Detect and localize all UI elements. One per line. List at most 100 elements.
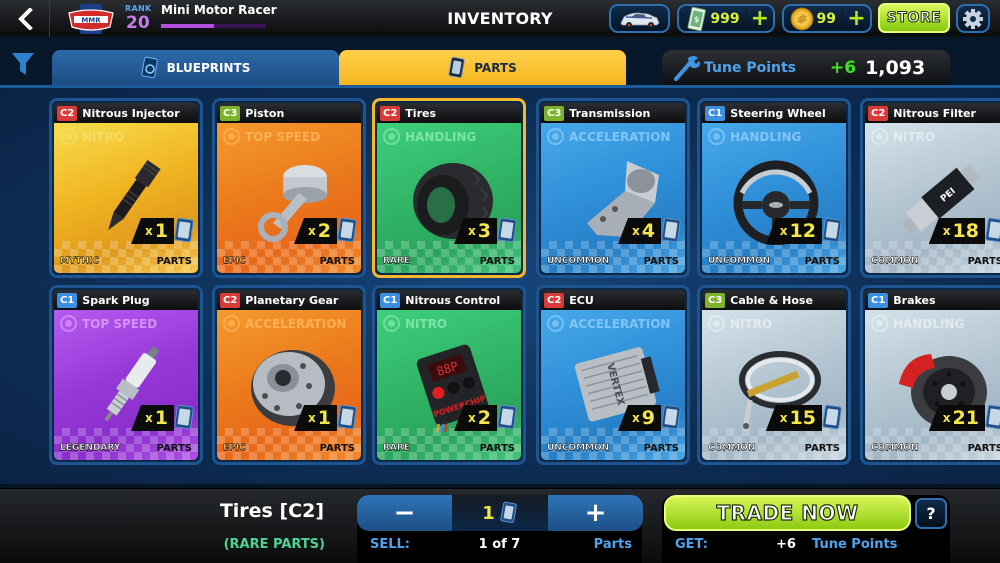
- class-badge: C1: [57, 292, 78, 308]
- coin-icon: [790, 7, 814, 30]
- part-name: Transmission: [569, 106, 651, 120]
- stat-icon: [223, 128, 240, 145]
- parts-label: PARTS: [804, 442, 840, 454]
- part-card-ecu[interactable]: ACCELERATION VERTEX x 9 UNCOMMON PARTS C…: [536, 285, 690, 465]
- part-card-header: C1 Spark Plug: [54, 290, 198, 310]
- tab-blueprints[interactable]: BLUEPRINTS: [52, 50, 339, 86]
- sell-quantity-stepper: − 1 + SELL: 1 of 7 Parts: [357, 495, 643, 563]
- part-card-footer: EPIC PARTS: [217, 436, 361, 460]
- stat-icon: [708, 315, 725, 332]
- quantity-value: 21: [952, 407, 979, 429]
- parts-label: PARTS: [156, 442, 192, 454]
- part-card-icon: [985, 404, 1000, 430]
- get-label: GET:: [675, 537, 708, 552]
- part-card-footer: UNCOMMON PARTS: [541, 436, 685, 460]
- stat-icon: [708, 128, 725, 145]
- part-card-footer: RARE PARTS: [377, 249, 521, 273]
- quantity-value: 1: [317, 407, 331, 429]
- class-badge: C3: [220, 105, 241, 121]
- class-badge: C2: [220, 292, 241, 308]
- get-unit: Tune Points: [812, 537, 898, 552]
- part-card-icon: [661, 217, 681, 243]
- settings-button[interactable]: [956, 4, 990, 33]
- rarity-label: UNCOMMON: [547, 443, 610, 453]
- buy-cash-button[interactable]: +: [745, 5, 773, 31]
- garage-car-button[interactable]: [609, 4, 670, 33]
- tune-points-display: Tune Points +6 1,093: [662, 50, 950, 86]
- part-name: Planetary Gear: [245, 293, 339, 307]
- part-card-body: HANDLING x 21 COMMON PARTS: [865, 310, 1000, 460]
- part-card-body: NITRO x 1 MYTHIC PARTS: [54, 123, 198, 273]
- part-card-nitrous-filter[interactable]: NITRO PEI x 18 COMMON PARTS C2 Nitrous F…: [860, 98, 1000, 278]
- back-button[interactable]: [0, 0, 50, 37]
- part-card-steering-wheel[interactable]: HANDLING x 12 UNCOMMON PARTS C1 Steering…: [697, 98, 851, 278]
- part-card-body: NITRO x 15 COMMON PARTS: [702, 310, 846, 460]
- stat-icon: [60, 315, 77, 332]
- quantity-value: 2: [317, 220, 331, 242]
- part-card-icon: [985, 217, 1000, 243]
- top-bar: MMR RANK 20 Mini Motor Racer INVENTORY $…: [0, 0, 1000, 37]
- stat-label: NITRO: [405, 316, 448, 331]
- trade-now-button[interactable]: TRADE NOW: [664, 495, 911, 531]
- stat-icon: [871, 128, 888, 145]
- part-card-inner: ACCELERATION x 4 UNCOMMON PARTS C3 Trans…: [541, 103, 685, 273]
- part-card-footer: RARE PARTS: [377, 436, 521, 460]
- sell-unit: Parts: [593, 537, 632, 552]
- xp-progress-bar: [161, 24, 266, 28]
- stat-label: ACCELERATION: [569, 316, 671, 331]
- stat-label: HANDLING: [893, 316, 965, 331]
- part-card-spark-plug[interactable]: TOP SPEED x 1 LEGENDARY PARTS C1 Spark P…: [49, 285, 203, 465]
- stat-row: NITRO: [708, 315, 772, 332]
- class-badge: C1: [380, 292, 401, 308]
- stat-label: HANDLING: [405, 129, 477, 144]
- stat-icon: [547, 315, 564, 332]
- part-card-planetary-gear[interactable]: ACCELERATION x 1 EPIC PARTS C2 Planetary…: [212, 285, 366, 465]
- quantity-value: 1: [154, 220, 168, 242]
- plus-icon: +: [750, 5, 770, 31]
- filter-icon[interactable]: [10, 50, 36, 78]
- part-card-nitrous-injector[interactable]: NITRO x 1 MYTHIC PARTS C2 Nitrous Inject…: [49, 98, 203, 278]
- help-button[interactable]: ?: [915, 498, 947, 529]
- part-card-header: C3 Transmission: [541, 103, 685, 123]
- selected-part-rarity: (RARE PARTS): [223, 537, 325, 552]
- tab-parts[interactable]: PARTS: [339, 50, 626, 86]
- part-card-inner: NITRO 88P POWERCHIP x 2 RARE PARTS C1 Ni…: [377, 290, 521, 460]
- part-name: Spark Plug: [82, 293, 150, 307]
- quantity-value: 4: [641, 220, 655, 242]
- car-icon: [620, 12, 659, 28]
- part-name: Steering Wheel: [730, 106, 826, 120]
- parts-label: PARTS: [479, 255, 515, 267]
- stat-row: NITRO: [60, 128, 124, 145]
- buy-coins-button[interactable]: +: [842, 6, 870, 31]
- part-card-transmission[interactable]: ACCELERATION x 4 UNCOMMON PARTS C3 Trans…: [536, 98, 690, 278]
- part-card-brakes[interactable]: HANDLING x 21 COMMON PARTS C1 Brakes: [860, 285, 1000, 465]
- quantity-multiplier: x: [779, 411, 788, 425]
- rank-label: RANK: [125, 4, 152, 13]
- part-card-cable-hose[interactable]: NITRO x 15 COMMON PARTS C3 Cable & Hose: [697, 285, 851, 465]
- part-card-footer: LEGENDARY PARTS: [54, 436, 198, 460]
- quantity-value: 2: [477, 407, 491, 429]
- decrease-button[interactable]: −: [357, 495, 452, 531]
- tab-parts-label: PARTS: [474, 61, 517, 75]
- increase-button[interactable]: +: [548, 495, 643, 531]
- cash-balance: $ 999 +: [677, 4, 775, 33]
- part-card-inner: TOP SPEED x 1 LEGENDARY PARTS C1 Spark P…: [54, 290, 198, 460]
- part-card-piston[interactable]: TOP SPEED x 2 EPIC PARTS C3 Piston: [212, 98, 366, 278]
- store-button[interactable]: STORE: [878, 3, 950, 33]
- part-name: Nitrous Filter: [893, 106, 976, 120]
- part-card-footer: COMMON PARTS: [702, 436, 846, 460]
- xp-progress-fill: [161, 24, 214, 28]
- part-card-nitrous-control[interactable]: NITRO 88P POWERCHIP x 2 RARE PARTS C1 Ni…: [372, 285, 526, 465]
- part-card-tire[interactable]: HANDLING x 3 RARE PARTS C2 Tires: [372, 98, 526, 278]
- parts-label: PARTS: [804, 255, 840, 267]
- part-card-header: C3 Piston: [217, 103, 361, 123]
- stat-label: ACCELERATION: [569, 129, 671, 144]
- stat-label: TOP SPEED: [82, 316, 158, 331]
- stat-row: HANDLING: [871, 315, 964, 332]
- stat-icon: [223, 315, 240, 332]
- get-amount: +6: [776, 537, 796, 552]
- stat-row: HANDLING: [383, 128, 476, 145]
- part-card-header: C1 Brakes: [865, 290, 1000, 310]
- coin-balance: 99 +: [782, 4, 872, 33]
- class-badge: C1: [868, 292, 889, 308]
